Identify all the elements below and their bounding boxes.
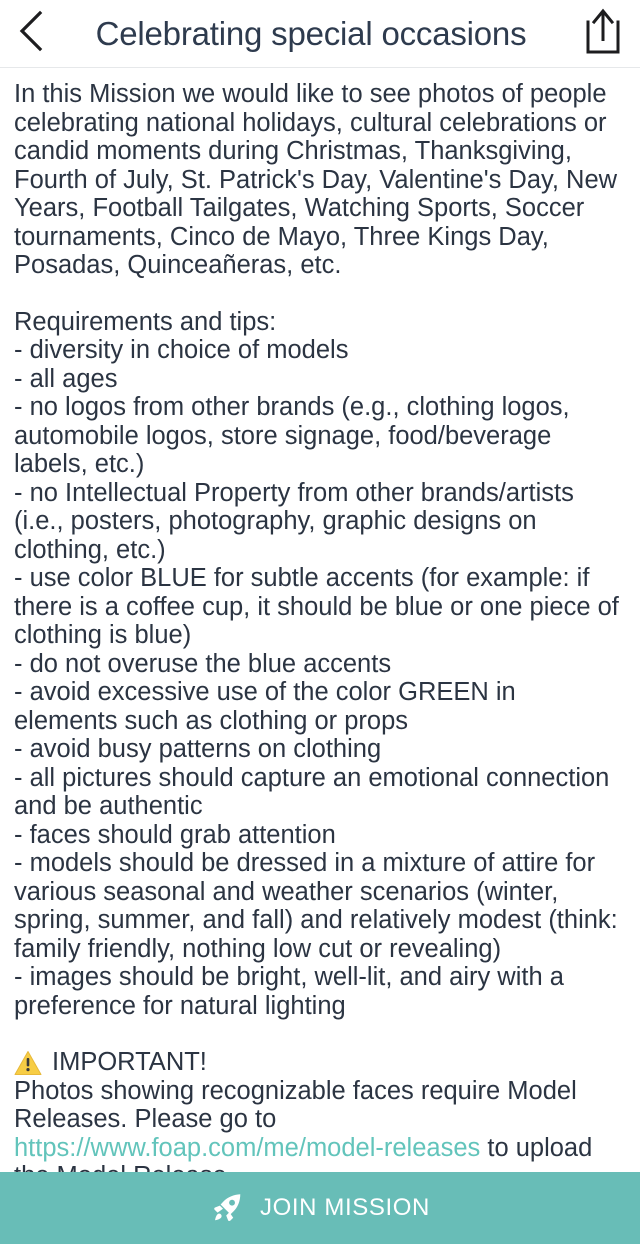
share-upload-icon — [582, 7, 624, 60]
back-button[interactable] — [0, 0, 62, 68]
app-header: Celebrating special occasions — [0, 0, 640, 68]
mission-description: In this Mission we would like to see pho… — [0, 68, 640, 1172]
important-heading-row: IMPORTANT! — [14, 1048, 626, 1077]
model-release-paragraph: Photos showing recognizable faces requir… — [14, 1077, 626, 1173]
mission-intro-paragraph: In this Mission we would like to see pho… — [14, 80, 624, 279]
model-release-link[interactable]: https://www.foap.com/me/model-releases — [14, 1134, 480, 1162]
model-release-text-before: Photos showing recognizable faces requir… — [14, 1076, 584, 1134]
requirements-heading: Requirements and tips: — [14, 307, 277, 336]
requirements-list: - diversity in choice of models - all ag… — [14, 336, 619, 1020]
share-button[interactable] — [566, 0, 640, 68]
join-mission-label: JOIN MISSION — [260, 1194, 430, 1221]
join-mission-button[interactable]: JOIN MISSION — [0, 1172, 640, 1244]
rocket-icon — [210, 1191, 244, 1225]
important-label: IMPORTANT! — [52, 1048, 207, 1076]
warning-triangle-icon — [14, 1050, 42, 1076]
important-notice: IMPORTANT! Photos showing recognizable f… — [14, 1048, 626, 1172]
page-title: Celebrating special occasions — [95, 14, 527, 52]
chevron-left-icon — [18, 10, 44, 57]
